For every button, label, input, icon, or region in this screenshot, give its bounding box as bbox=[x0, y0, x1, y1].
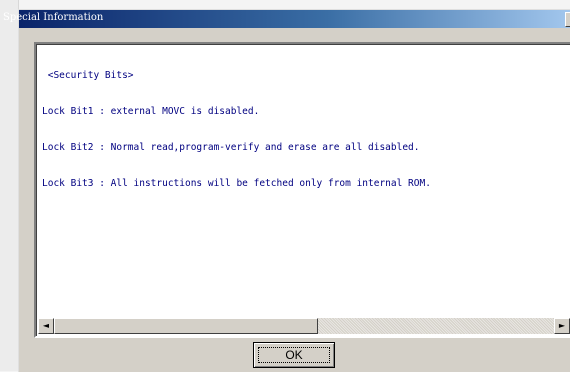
text-line-header: <Security Bits> bbox=[42, 70, 134, 81]
close-icon[interactable]: × bbox=[565, 12, 570, 27]
horizontal-scrollbar[interactable]: ◄ ► bbox=[38, 318, 570, 334]
ok-button[interactable]: OK bbox=[253, 342, 335, 368]
text-line-lock-bit1: Lock Bit1 : external MOVC is disabled. bbox=[42, 106, 260, 117]
window-title: Special Information bbox=[3, 12, 104, 23]
background-panel bbox=[0, 0, 19, 371]
scroll-left-icon[interactable]: ◄ bbox=[38, 318, 54, 334]
text-line-lock-bit3: Lock Bit3 : All instructions will be fet… bbox=[42, 178, 431, 189]
titlebar[interactable]: Special Information × bbox=[3, 10, 570, 28]
info-text-area[interactable]: <Security Bits> Lock Bit1 : external MOV… bbox=[34, 42, 570, 338]
special-information-dialog: Special Information × <Security Bits> Lo… bbox=[3, 9, 570, 372]
ok-button-label: OK bbox=[285, 348, 303, 362]
text-line-lock-bit2: Lock Bit2 : Normal read,program-verify a… bbox=[42, 142, 420, 153]
scrollbar-thumb[interactable] bbox=[54, 318, 318, 334]
info-text: <Security Bits> Lock Bit1 : external MOV… bbox=[42, 46, 431, 214]
scroll-right-icon[interactable]: ► bbox=[554, 318, 570, 334]
